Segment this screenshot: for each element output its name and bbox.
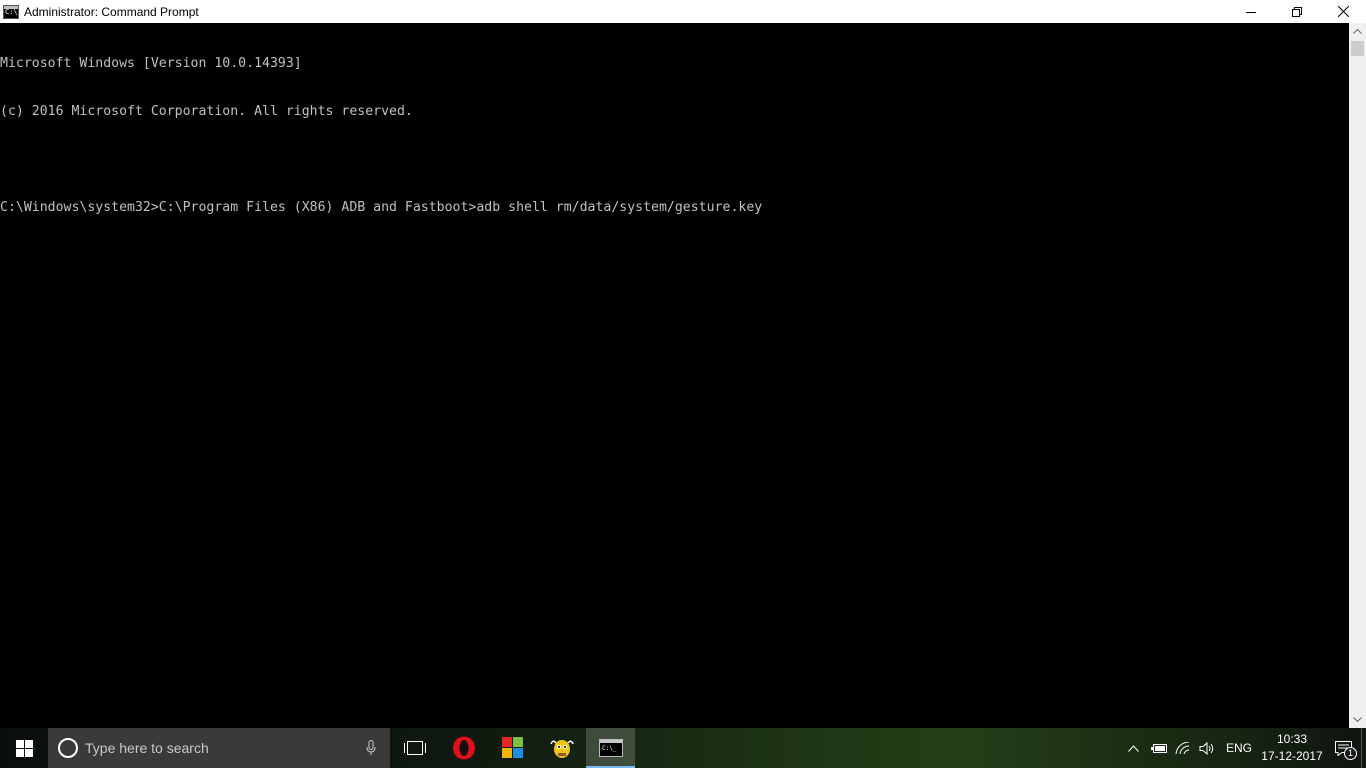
speaker-icon: [1199, 741, 1214, 755]
network-button[interactable]: [1171, 728, 1195, 768]
language-indicator[interactable]: ENG: [1219, 728, 1259, 768]
cmd-icon: C:\_: [598, 739, 623, 757]
action-center-button[interactable]: 1: [1325, 728, 1361, 768]
taskbar: Type here to search C:\_ ENG 10:33 17-12…: [0, 728, 1366, 768]
clock-time: 10:33: [1276, 732, 1308, 746]
vertical-scrollbar[interactable]: [1349, 23, 1366, 728]
opera-app-button[interactable]: [439, 728, 488, 768]
command-prompt-app-button[interactable]: C:\_: [586, 728, 635, 768]
windows-logo-icon: [15, 739, 33, 757]
cmd-icon[interactable]: [3, 4, 19, 19]
window-title: Administrator: Command Prompt: [24, 4, 199, 19]
chevron-up-icon: [1353, 29, 1362, 34]
tiles-icon: [501, 737, 523, 758]
console-command-line: C:\Windows\system32>C:\Program Files (X8…: [0, 200, 763, 215]
cartoon-icon: [549, 740, 574, 758]
search-box[interactable]: Type here to search: [48, 728, 390, 768]
start-button[interactable]: [0, 728, 48, 768]
search-placeholder: Type here to search: [85, 740, 209, 756]
chevron-down-icon: [1353, 717, 1362, 722]
console-line: (c) 2016 Microsoft Corporation. All righ…: [0, 104, 413, 119]
wifi-icon: [1175, 741, 1190, 754]
scroll-down-button[interactable]: [1349, 711, 1366, 728]
minimize-button[interactable]: [1228, 0, 1274, 23]
system-tray: ENG 10:33 17-12-2017 1: [1120, 728, 1366, 768]
close-button[interactable]: [1320, 0, 1366, 23]
volume-button[interactable]: [1195, 728, 1219, 768]
task-view-icon: [403, 741, 426, 755]
battery-icon: [1150, 744, 1167, 753]
cortana-icon: [58, 738, 78, 758]
show-desktop-button[interactable]: [1361, 728, 1366, 768]
title-bar: Administrator: Command Prompt: [0, 0, 1366, 23]
minimize-icon: [1246, 11, 1256, 13]
scroll-up-button[interactable]: [1349, 23, 1366, 40]
chevron-up-icon: [1127, 744, 1139, 752]
opera-icon: [452, 736, 475, 760]
task-view-button[interactable]: [390, 728, 439, 768]
clock-date: 17-12-2017: [1261, 749, 1323, 763]
restore-icon: [1292, 6, 1302, 17]
show-hidden-icons-button[interactable]: [1120, 728, 1146, 768]
scroll-thumb[interactable]: [1351, 41, 1364, 56]
close-icon: [1337, 6, 1349, 17]
battery-button[interactable]: [1146, 728, 1171, 768]
restore-button[interactable]: [1274, 0, 1320, 23]
console-output[interactable]: Microsoft Windows [Version 10.0.14393] (…: [0, 23, 1349, 728]
notification-count-badge: 1: [1344, 747, 1357, 760]
window-controls: [1228, 0, 1366, 23]
microphone-icon[interactable]: [366, 740, 376, 756]
clock[interactable]: 10:33 17-12-2017: [1259, 728, 1325, 768]
svg-text:C:\_: C:\_: [602, 745, 617, 752]
mascot-app-button[interactable]: [537, 728, 586, 768]
console-line: Microsoft Windows [Version 10.0.14393]: [0, 56, 302, 71]
store-app-button[interactable]: [488, 728, 537, 768]
